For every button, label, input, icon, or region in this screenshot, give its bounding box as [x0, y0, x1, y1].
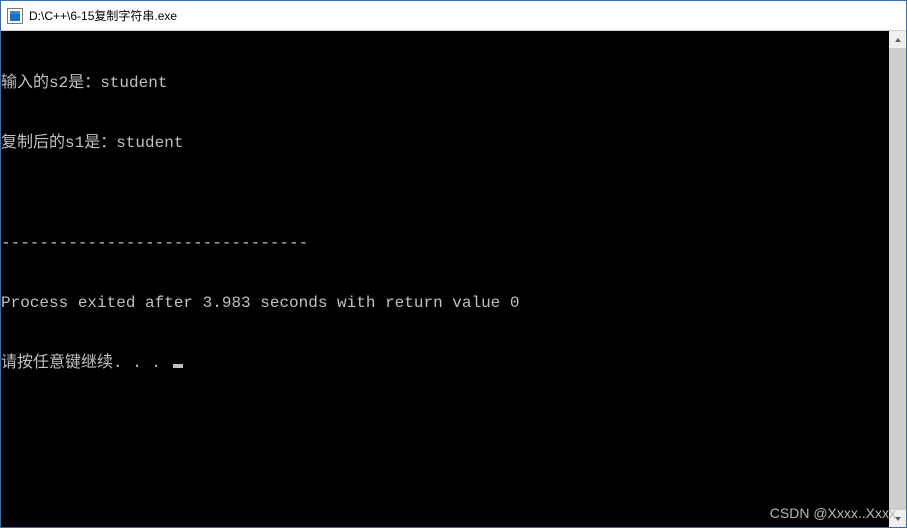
titlebar[interactable]: D:\C++\6-15复制字符串.exe [1, 1, 906, 31]
scroll-track[interactable] [889, 48, 906, 510]
scroll-down-arrow-icon[interactable] [889, 510, 906, 527]
scroll-thumb[interactable] [889, 48, 906, 510]
console-window: D:\C++\6-15复制字符串.exe 输入的s2是：student 复制后的… [0, 0, 907, 528]
console-area[interactable]: 输入的s2是：student 复制后的s1是：student ---------… [1, 31, 906, 527]
cursor-block [173, 364, 183, 368]
scroll-up-arrow-icon[interactable] [889, 31, 906, 48]
output-line: 复制后的s1是：student [1, 133, 906, 153]
window-title: D:\C++\6-15复制字符串.exe [29, 7, 177, 24]
vertical-scrollbar[interactable] [889, 31, 906, 527]
prompt-text: 请按任意键继续. . . [1, 354, 171, 372]
output-separator: -------------------------------- [1, 233, 906, 253]
output-prompt: 请按任意键继续. . . [1, 353, 906, 373]
app-icon [7, 8, 23, 24]
output-line: 输入的s2是：student [1, 73, 906, 93]
output-process: Process exited after 3.983 seconds with … [1, 293, 906, 313]
